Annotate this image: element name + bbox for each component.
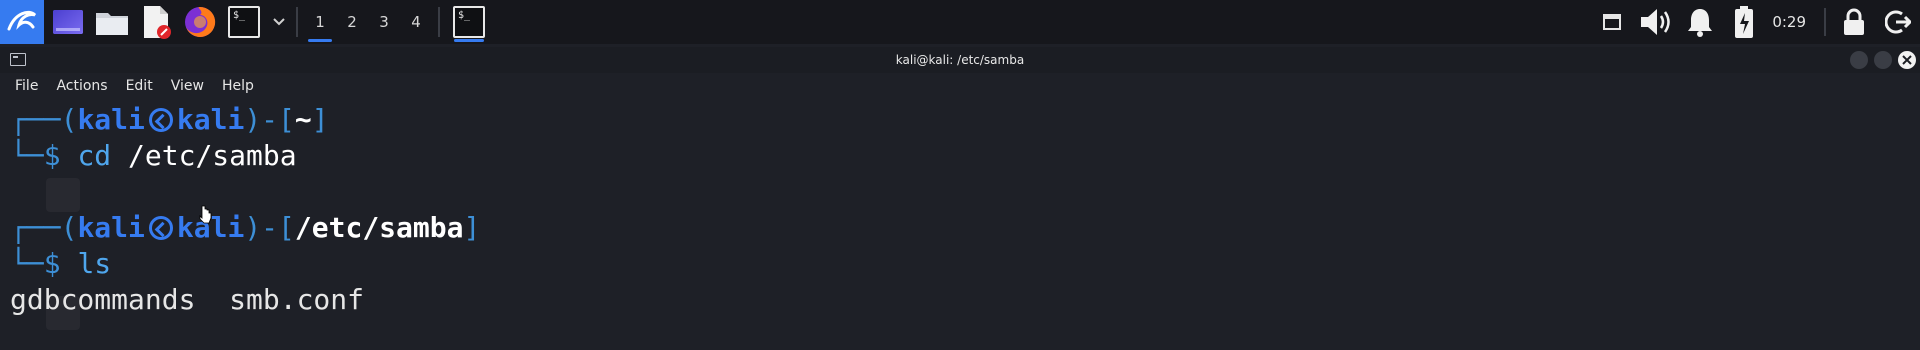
terminal-window-icon bbox=[10, 53, 26, 66]
prompt-path: ~ bbox=[294, 103, 312, 136]
tray-separator bbox=[1824, 8, 1826, 36]
firefox-icon[interactable] bbox=[180, 2, 220, 42]
kali-skull-icon bbox=[148, 216, 173, 240]
menu-view[interactable]: View bbox=[162, 78, 213, 94]
prompt-user: kali bbox=[77, 103, 145, 136]
minimize-button[interactable] bbox=[1850, 51, 1868, 69]
workspace-3[interactable]: 3 bbox=[368, 0, 400, 44]
kali-skull-icon bbox=[148, 108, 173, 132]
window-title: kali@kali: /etc/samba bbox=[895, 53, 1025, 67]
close-icon bbox=[1902, 55, 1912, 65]
workspace-2[interactable]: 2 bbox=[336, 0, 368, 44]
close-button[interactable] bbox=[1898, 51, 1916, 69]
top-panel: $_ 1 2 3 4 $_ 0:29 bbox=[0, 0, 1920, 44]
menubar: File Actions Edit View Help bbox=[0, 75, 1920, 97]
command: ls bbox=[77, 247, 112, 280]
prompt-user: kali bbox=[77, 211, 145, 244]
menu-help[interactable]: Help bbox=[213, 78, 263, 94]
panel-separator bbox=[296, 7, 298, 37]
window-icon[interactable] bbox=[1590, 0, 1634, 44]
menu-actions[interactable]: Actions bbox=[47, 78, 116, 94]
prompt-header-line: ┌──(kali kali)-[/etc/samba] bbox=[10, 211, 481, 244]
system-tray: 0:29 bbox=[1590, 0, 1920, 44]
command-output: gdbcommands smb.conf bbox=[10, 283, 365, 316]
notification-bell-icon[interactable] bbox=[1678, 0, 1722, 44]
terminal-icon[interactable]: $_ bbox=[224, 2, 264, 42]
ghost-desktop-icon bbox=[46, 178, 80, 212]
workspace-1[interactable]: 1 bbox=[304, 0, 336, 44]
desktop-icon[interactable] bbox=[48, 2, 88, 42]
maximize-button[interactable] bbox=[1874, 51, 1892, 69]
command-line: └─$ ls bbox=[10, 247, 112, 280]
lock-icon[interactable] bbox=[1832, 0, 1876, 44]
prompt-header-line: ┌──(kali kali)-[~] bbox=[10, 103, 329, 136]
menu-edit[interactable]: Edit bbox=[117, 78, 162, 94]
menu-file[interactable]: File bbox=[6, 78, 47, 94]
window-titlebar[interactable]: kali@kali: /etc/samba bbox=[0, 47, 1920, 73]
file-manager-icon[interactable] bbox=[92, 2, 132, 42]
logout-icon[interactable] bbox=[1876, 0, 1920, 44]
clock[interactable]: 0:29 bbox=[1766, 13, 1818, 31]
command-line: └─$ cd /etc/samba bbox=[10, 139, 297, 172]
command: cd bbox=[77, 139, 112, 172]
battery-icon[interactable] bbox=[1722, 0, 1766, 44]
mouse-pointer-icon bbox=[199, 205, 212, 224]
dropdown-chevron-icon[interactable] bbox=[268, 2, 290, 42]
volume-icon[interactable] bbox=[1634, 0, 1678, 44]
prompt-host: kali bbox=[176, 103, 245, 136]
workspace-4[interactable]: 4 bbox=[400, 0, 432, 44]
taskbar-terminal-window[interactable]: $_ bbox=[448, 0, 490, 44]
prompt-path: /etc/samba bbox=[294, 211, 464, 244]
terminal-output[interactable]: ┌──(kali kali)-[~] └─$ cd /etc/samba ┌──(… bbox=[0, 100, 1920, 350]
terminal-icon: $_ bbox=[458, 10, 471, 21]
command-arg: /etc/samba bbox=[128, 139, 297, 172]
panel-separator bbox=[438, 7, 440, 37]
text-editor-icon[interactable] bbox=[136, 2, 176, 42]
kali-menu-icon[interactable] bbox=[0, 0, 44, 44]
